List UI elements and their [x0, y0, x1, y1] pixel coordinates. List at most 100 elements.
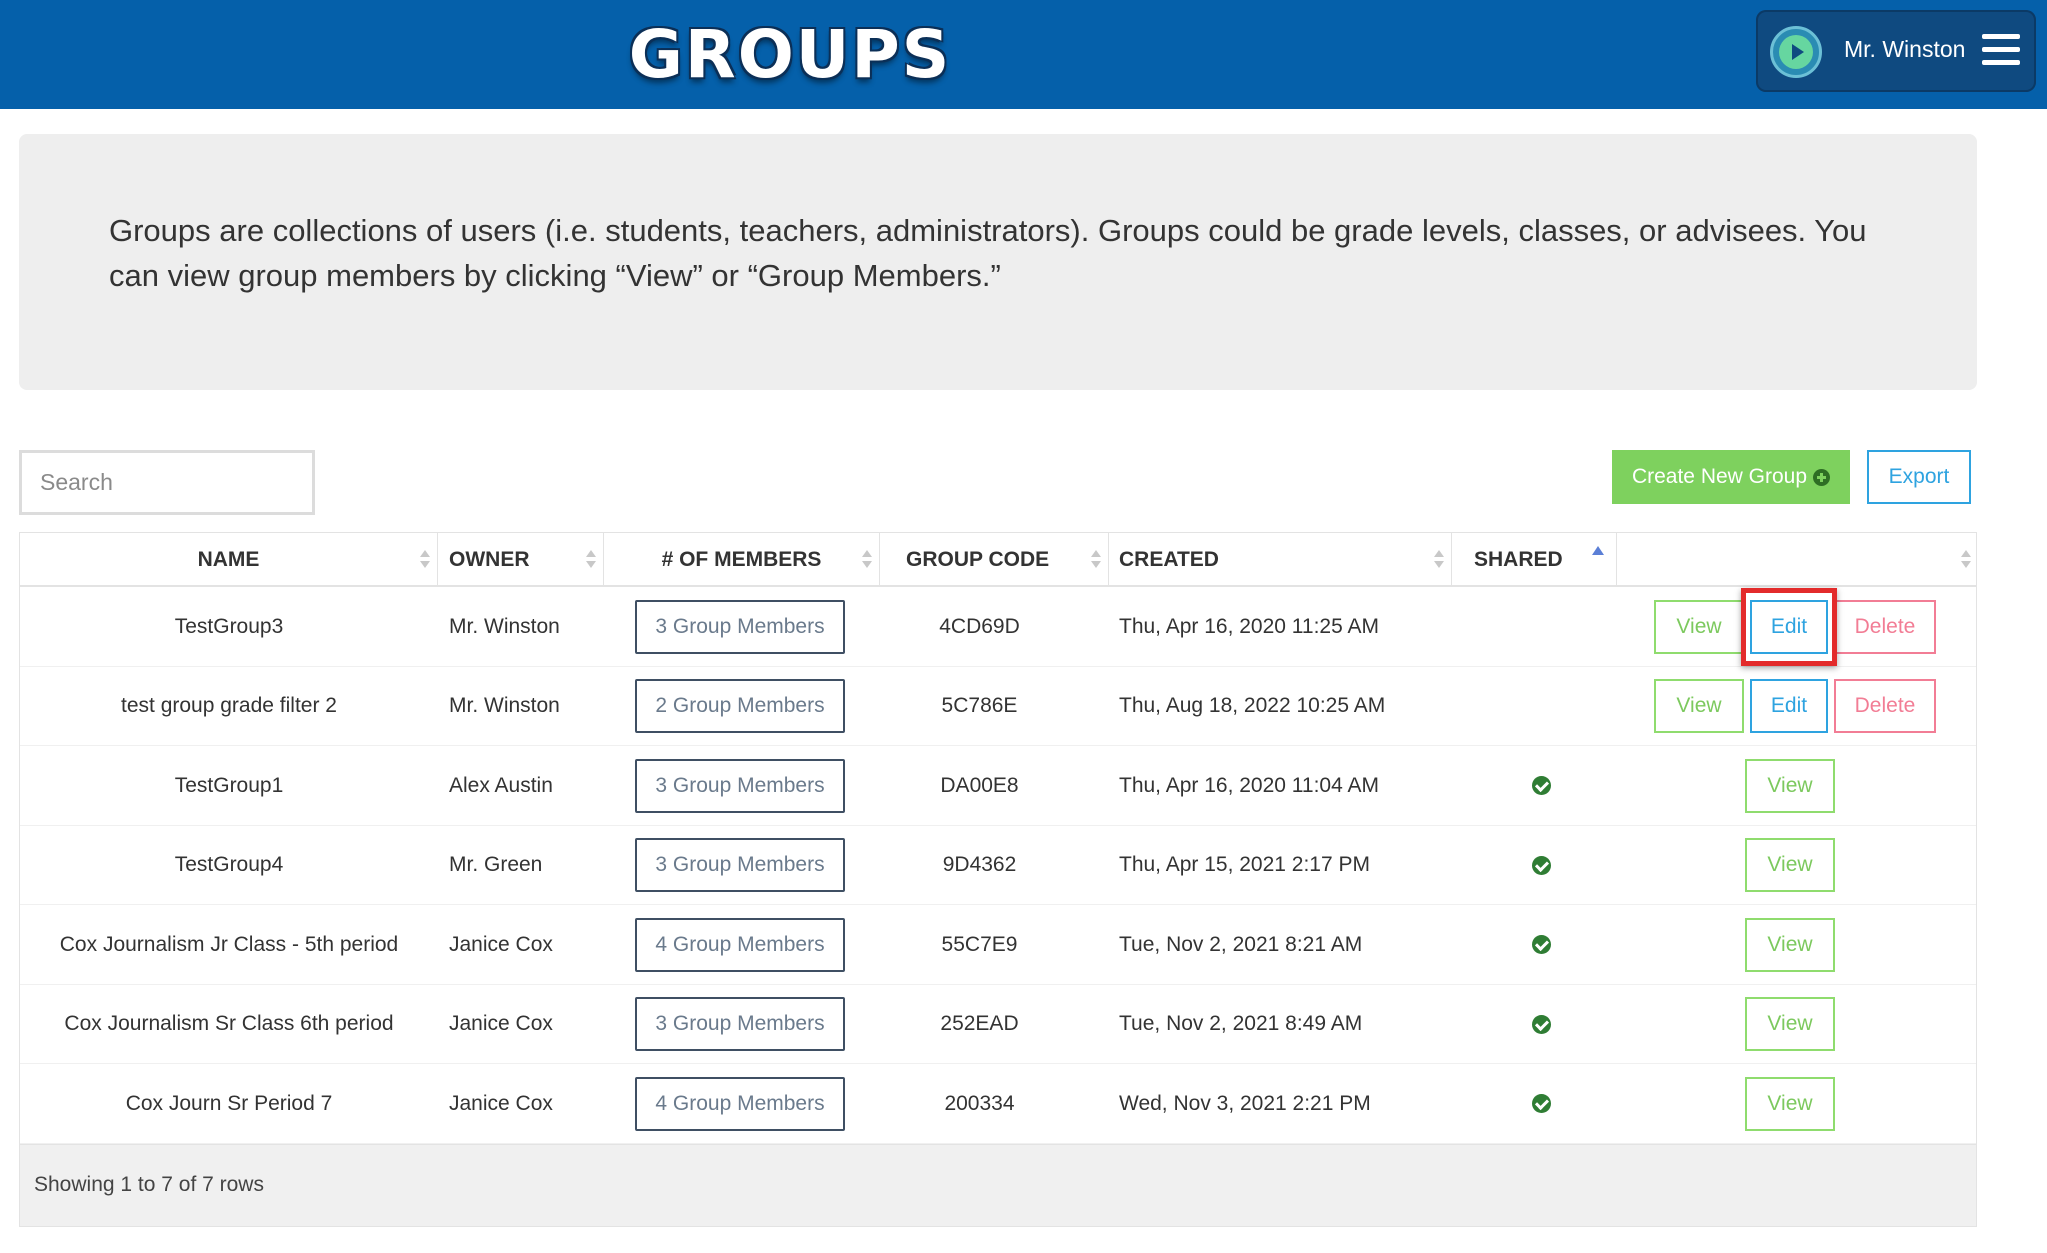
- shared-status: [1520, 826, 1562, 905]
- column-header-created[interactable]: CREATED: [1109, 533, 1452, 587]
- group-name: Cox Journalism Jr Class - 5th period: [59, 932, 399, 956]
- row-actions: View: [1630, 746, 1960, 825]
- shared-status: [1520, 746, 1562, 825]
- user-name[interactable]: Mr. Winston: [1844, 36, 1965, 63]
- group-owner: Mr. Green: [449, 853, 543, 876]
- hamburger-menu-icon[interactable]: [1982, 34, 2020, 66]
- delete-button[interactable]: Delete: [1834, 599, 1936, 654]
- row-actions: View Edit Delete: [1630, 587, 1960, 666]
- group-code: 55C7E9: [941, 932, 1018, 956]
- column-header-name[interactable]: NAME: [20, 533, 438, 587]
- check-circle-icon: [1531, 935, 1551, 954]
- plus-circle-icon: [1813, 468, 1831, 486]
- group-name: TestGroup4: [174, 853, 284, 876]
- table-row: Cox Journalism Jr Class - 5th period Jan…: [20, 905, 1976, 985]
- group-code: 5C786E: [941, 694, 1018, 717]
- check-circle-icon: [1531, 1014, 1551, 1034]
- group-owner: Alex Austin: [449, 773, 553, 797]
- group-name: test group grade filter 2: [121, 694, 337, 717]
- search-input[interactable]: [19, 450, 315, 515]
- column-header-actions[interactable]: [1617, 533, 1978, 587]
- pagination-info: Showing 1 to 7 of 7 rows: [34, 1173, 264, 1196]
- group-name: Cox Journ Sr Period 7: [125, 1091, 333, 1115]
- delete-button[interactable]: Delete: [1834, 679, 1936, 733]
- group-owner: Janice Cox: [449, 1012, 553, 1035]
- sort-icon: [585, 548, 597, 572]
- view-button[interactable]: View: [1745, 838, 1835, 892]
- group-code: 9D4362: [942, 853, 1017, 876]
- view-button[interactable]: View: [1654, 599, 1744, 654]
- view-button[interactable]: View: [1745, 758, 1835, 813]
- group-name: Cox Journalism Sr Class 6th period: [64, 1012, 394, 1035]
- group-members-button[interactable]: 3 Group Members: [635, 599, 845, 654]
- group-members-button[interactable]: 2 Group Members: [635, 679, 845, 733]
- group-owner: Janice Cox: [449, 932, 553, 956]
- view-button[interactable]: View: [1654, 679, 1744, 733]
- shared-status: [1520, 587, 1562, 666]
- row-actions: View: [1630, 985, 1960, 1064]
- group-code: 4CD69D: [939, 614, 1020, 638]
- table-row: Cox Journ Sr Period 7 Janice Cox 4 Group…: [20, 1064, 1976, 1144]
- edit-button[interactable]: Edit: [1750, 599, 1828, 654]
- group-code: 200334: [944, 1091, 1015, 1115]
- sort-icon: [1433, 548, 1445, 572]
- group-name: TestGroup3: [174, 614, 284, 638]
- edit-button[interactable]: Edit: [1750, 679, 1828, 733]
- shared-status: [1520, 667, 1562, 746]
- shared-status: [1520, 1064, 1562, 1143]
- view-button[interactable]: View: [1745, 917, 1835, 972]
- row-actions: View: [1630, 826, 1960, 905]
- table-row: TestGroup4 Mr. Green 3 Group Members 9D4…: [20, 826, 1976, 905]
- created-date: Thu, Aug 18, 2022 10:25 AM: [1119, 694, 1386, 717]
- sort-ascending-icon: [1592, 546, 1604, 555]
- info-text: Groups are collections of users (i.e. st…: [109, 213, 1867, 293]
- table-row: TestGroup1 Alex Austin 3 Group Members D…: [20, 746, 1976, 826]
- export-button[interactable]: Export: [1867, 450, 1971, 504]
- edit-button-wrapper: Edit: [1741, 587, 1837, 666]
- created-date: Tue, Nov 2, 2021 8:49 AM: [1119, 1012, 1363, 1035]
- column-header-members[interactable]: # OF MEMBERS: [604, 533, 880, 587]
- group-members-button[interactable]: 4 Group Members: [635, 1076, 845, 1131]
- avatar-icon[interactable]: [1770, 26, 1822, 78]
- group-owner: Janice Cox: [449, 1091, 553, 1115]
- created-date: Thu, Apr 16, 2020 11:25 AM: [1119, 614, 1379, 638]
- table-row: test group grade filter 2 Mr. Winston 2 …: [20, 667, 1976, 746]
- top-bar: GROUPS Mr. Winston: [0, 0, 2047, 109]
- group-members-button[interactable]: 4 Group Members: [635, 917, 845, 972]
- group-members-button[interactable]: 3 Group Members: [635, 758, 845, 813]
- check-circle-icon: [1531, 1094, 1551, 1113]
- row-actions: View Edit Delete: [1630, 667, 1960, 746]
- sort-icon: [1090, 548, 1102, 572]
- created-date: Thu, Apr 16, 2020 11:04 AM: [1119, 773, 1379, 797]
- sort-icon: [419, 548, 431, 572]
- create-new-group-button[interactable]: Create New Group: [1612, 450, 1850, 504]
- shared-status: [1520, 985, 1562, 1064]
- groups-table: NAME OWNER # OF MEMBERS GROUP CODE CREAT…: [19, 532, 1977, 1227]
- info-panel: Groups are collections of users (i.e. st…: [19, 134, 1977, 390]
- group-code: DA00E8: [940, 773, 1019, 797]
- table-header: NAME OWNER # OF MEMBERS GROUP CODE CREAT…: [20, 533, 1976, 587]
- table-row: Cox Journalism Sr Class 6th period Janic…: [20, 985, 1976, 1064]
- created-date: Thu, Apr 15, 2021 2:17 PM: [1119, 853, 1370, 876]
- group-code: 252EAD: [940, 1012, 1019, 1035]
- check-circle-icon: [1531, 855, 1551, 875]
- group-owner: Mr. Winston: [449, 694, 560, 717]
- created-date: Wed, Nov 3, 2021 2:21 PM: [1119, 1091, 1371, 1115]
- row-actions: View: [1630, 1064, 1960, 1143]
- table-row: TestGroup3 Mr. Winston 3 Group Members 4…: [20, 587, 1976, 667]
- view-button[interactable]: View: [1745, 997, 1835, 1051]
- user-menu[interactable]: Mr. Winston: [1756, 10, 2036, 92]
- view-button[interactable]: View: [1745, 1076, 1835, 1131]
- create-new-group-label: Create New Group: [1631, 465, 1808, 488]
- check-circle-icon: [1531, 776, 1551, 795]
- sort-icon: [861, 548, 873, 572]
- column-header-group-code[interactable]: GROUP CODE: [880, 533, 1109, 587]
- column-header-shared[interactable]: SHARED: [1452, 533, 1617, 587]
- created-date: Tue, Nov 2, 2021 8:21 AM: [1119, 932, 1363, 956]
- group-members-button[interactable]: 3 Group Members: [635, 838, 845, 892]
- group-members-button[interactable]: 3 Group Members: [635, 997, 845, 1051]
- sort-icon: [1960, 548, 1972, 572]
- group-owner: Mr. Winston: [449, 614, 560, 638]
- group-name: TestGroup1: [174, 773, 284, 797]
- column-header-owner[interactable]: OWNER: [438, 533, 604, 587]
